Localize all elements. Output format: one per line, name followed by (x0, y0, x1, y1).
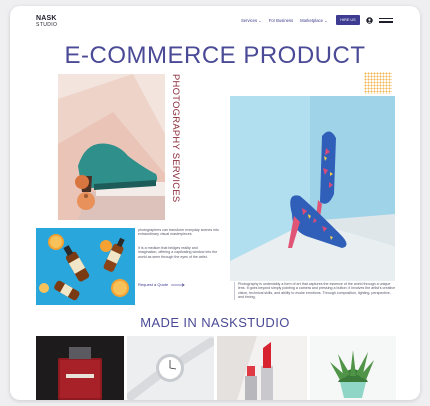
nav-marketplace[interactable]: Marketplace ⌄ (300, 18, 327, 23)
logo[interactable]: NASK STUDIO (36, 15, 62, 28)
gallery-title: MADE IN NASKSTUDIO (140, 315, 290, 330)
floral-heels-image (230, 96, 395, 281)
page-title: E-COMMERCE PRODUCT (64, 42, 366, 69)
juice-bottles-image (36, 228, 135, 305)
green-shoe-image (58, 74, 165, 220)
smartwatch-image (127, 336, 214, 400)
request-quote-link[interactable]: Request a Quote (138, 282, 186, 287)
succulent-plant-image (310, 336, 396, 400)
nav-for-business[interactable]: For Business (269, 18, 293, 23)
page-card: NASK STUDIO Services ⌄ For Business Mark… (10, 6, 420, 400)
logo-subtext: STUDIO (36, 22, 58, 28)
intro-paragraph: photographers can transform everyday sce… (138, 228, 219, 237)
request-quote-label: Request a Quote (138, 282, 169, 287)
top-nav: Services ⌄ For Business Marketplace ⌄ (241, 18, 328, 23)
hamburger-menu-icon[interactable] (379, 18, 393, 24)
photography-services-text: PHOTOGRAPHY SERVICES (171, 74, 182, 203)
perfume-bottle-image (36, 336, 124, 400)
lipstick-image (217, 336, 307, 400)
decorative-dot-grid (364, 72, 392, 94)
medium-paragraph: It is a medium that bridges reality and … (138, 246, 218, 259)
hire-us-button[interactable]: HIRE US (336, 15, 360, 25)
photography-services-vertical-label: PHOTOGRAPHY SERVICES (170, 74, 182, 218)
nav-services[interactable]: Services ⌄ (241, 18, 262, 23)
arrow-right-icon (171, 282, 186, 287)
art-paragraph: Photography is undeniably a form of art … (234, 282, 396, 300)
user-icon[interactable] (366, 17, 373, 24)
